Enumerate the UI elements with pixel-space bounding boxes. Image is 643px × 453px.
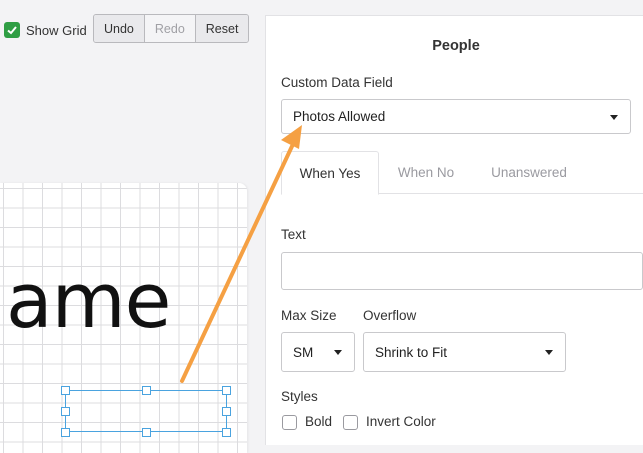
max-size-label: Max Size xyxy=(281,308,337,323)
overflow-select[interactable]: Shrink to Fit xyxy=(363,332,566,372)
custom-field-label: Custom Data Field xyxy=(281,75,393,90)
max-size-select[interactable]: SM xyxy=(281,332,355,372)
resize-handle[interactable] xyxy=(61,407,70,416)
show-grid-label: Show Grid xyxy=(26,23,87,38)
caret-down-icon xyxy=(334,350,342,355)
tab-when-no[interactable]: When No xyxy=(379,151,473,194)
text-input[interactable] xyxy=(281,252,643,290)
invert-color-checkbox[interactable] xyxy=(343,415,358,430)
custom-field-value: Photos Allowed xyxy=(293,109,386,124)
text-label: Text xyxy=(281,227,306,242)
show-grid-checkbox[interactable] xyxy=(4,22,20,38)
condition-tabs: When Yes When No Unanswered xyxy=(281,151,643,195)
undo-button[interactable]: Undo xyxy=(94,15,145,42)
bold-label: Bold xyxy=(305,414,333,429)
resize-handle[interactable] xyxy=(61,386,70,395)
resize-handle[interactable] xyxy=(142,386,151,395)
history-button-group: Undo Redo Reset xyxy=(93,14,250,43)
caret-down-icon xyxy=(545,350,553,355)
resize-handle[interactable] xyxy=(222,386,231,395)
checkmark-icon xyxy=(7,26,17,35)
custom-field-select[interactable]: Photos Allowed xyxy=(281,99,631,134)
tab-when-yes[interactable]: When Yes xyxy=(281,151,379,195)
panel-title: People xyxy=(432,38,480,54)
styles-label: Styles xyxy=(281,389,318,404)
bold-checkbox[interactable] xyxy=(282,415,297,430)
overflow-value: Shrink to Fit xyxy=(375,344,448,360)
overflow-label: Overflow xyxy=(363,308,417,323)
caret-down-icon xyxy=(610,114,618,120)
selected-field-box[interactable] xyxy=(65,390,227,432)
redo-button[interactable]: Redo xyxy=(144,15,196,42)
resize-handle[interactable] xyxy=(142,428,151,437)
max-size-value: SM xyxy=(293,344,314,360)
canvas-text-element[interactable]: ame xyxy=(6,263,171,339)
resize-handle[interactable] xyxy=(222,428,231,437)
resize-handle[interactable] xyxy=(222,407,231,416)
invert-color-label: Invert Color xyxy=(366,414,436,429)
tab-unanswered[interactable]: Unanswered xyxy=(473,151,585,194)
resize-handle[interactable] xyxy=(61,428,70,437)
reset-button[interactable]: Reset xyxy=(195,15,249,42)
